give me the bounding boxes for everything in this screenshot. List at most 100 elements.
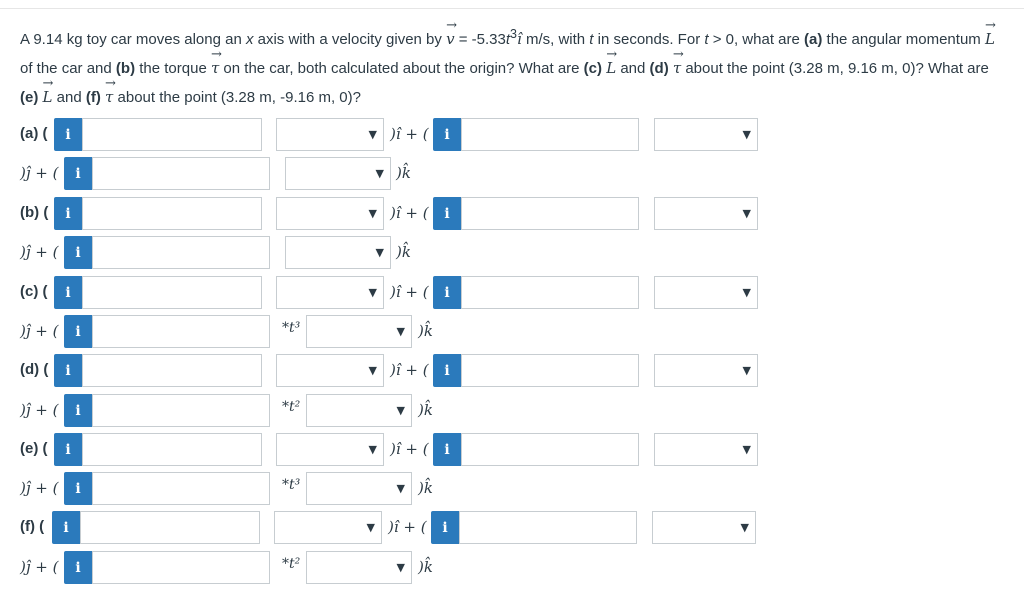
d-z-coeff-input[interactable] [92,394,270,427]
f-x-coeff-input[interactable] [80,511,260,544]
chevron-down-icon: ▼ [396,404,405,417]
part-e-label: (e) ( [20,440,48,457]
d-y-coeff-input[interactable] [461,354,639,387]
a-z-coeff-input[interactable] [92,157,270,190]
info-icon[interactable]: i [64,551,92,584]
e-x-units-select[interactable]: ▼ [276,433,384,466]
unit-j-label: )ĵ + ( [20,164,59,182]
info-icon[interactable]: i [54,276,82,309]
info-icon[interactable]: i [64,157,92,190]
d-x-coeff-input[interactable] [82,354,262,387]
b-y-units-select[interactable]: ▼ [654,197,758,230]
info-icon[interactable]: i [64,236,92,269]
t-power-label: *t³ [282,320,301,336]
chevron-down-icon: ▼ [375,167,384,180]
chevron-down-icon: ▼ [368,443,377,456]
info-icon[interactable]: i [433,276,461,309]
info-icon[interactable]: i [433,354,461,387]
info-icon[interactable]: i [64,472,92,505]
unit-j-label: )ĵ + ( [20,479,59,497]
chevron-down-icon: ▼ [368,364,377,377]
chevron-down-icon: ▼ [368,128,377,141]
part-c-label: (c) ( [20,283,48,300]
chevron-down-icon: ▼ [742,443,751,456]
b-x-units-select[interactable]: ▼ [276,197,384,230]
top-divider [0,8,1024,9]
chevron-down-icon: ▼ [740,521,749,534]
t-power-label: *t² [282,556,301,572]
unit-k-label: )k̂ [396,164,411,182]
unit-k-label: )k̂ [418,401,433,419]
b-z-coeff-input[interactable] [92,236,270,269]
a-y-units-select[interactable]: ▼ [654,118,758,151]
part-a-label: (a) ( [20,125,48,142]
a-z-units-select[interactable]: ▼ [285,157,391,190]
e-y-units-select[interactable]: ▼ [654,433,758,466]
b-z-units-select[interactable]: ▼ [285,236,391,269]
unit-k-label: )k̂ [418,479,433,497]
e-y-coeff-input[interactable] [461,433,639,466]
part-d-label: (d) ( [20,361,49,378]
chevron-down-icon: ▼ [368,207,377,220]
info-icon[interactable]: i [433,197,461,230]
chevron-down-icon: ▼ [396,482,405,495]
f-x-units-select[interactable]: ▼ [274,511,382,544]
f-z-units-select[interactable]: ▼ [306,551,412,584]
c-x-coeff-input[interactable] [82,276,262,309]
info-icon[interactable]: i [52,511,80,544]
c-x-units-select[interactable]: ▼ [276,276,384,309]
unit-i-label: )î + ( [390,204,429,222]
unit-j-label: )ĵ + ( [20,243,59,261]
info-icon[interactable]: i [54,354,82,387]
unit-i-label: )î + ( [388,518,427,536]
info-icon[interactable]: i [54,118,82,151]
t-power-label: *t³ [282,477,301,493]
e-z-coeff-input[interactable] [92,472,270,505]
question-text: A 9.14 kg toy car moves along an x axis … [20,11,1010,112]
unit-k-label: )k̂ [396,243,411,261]
part-b-label: (b) ( [20,204,49,221]
a-x-coeff-input[interactable] [82,118,262,151]
c-z-coeff-input[interactable] [92,315,270,348]
b-x-coeff-input[interactable] [82,197,262,230]
unit-i-label: )î + ( [390,283,429,301]
chevron-down-icon: ▼ [742,128,751,141]
b-y-coeff-input[interactable] [461,197,639,230]
chevron-down-icon: ▼ [742,364,751,377]
chevron-down-icon: ▼ [742,207,751,220]
info-icon[interactable]: i [64,315,92,348]
d-x-units-select[interactable]: ▼ [276,354,384,387]
chevron-down-icon: ▼ [368,286,377,299]
unit-j-label: )ĵ + ( [20,401,59,419]
chevron-down-icon: ▼ [396,561,405,574]
d-y-units-select[interactable]: ▼ [654,354,758,387]
d-z-units-select[interactable]: ▼ [306,394,412,427]
e-x-coeff-input[interactable] [82,433,262,466]
chevron-down-icon: ▼ [375,246,384,259]
unit-i-label: )î + ( [390,440,429,458]
t-power-label: *t² [282,399,301,415]
e-z-units-select[interactable]: ▼ [306,472,412,505]
f-z-coeff-input[interactable] [92,551,270,584]
unit-j-label: )ĵ + ( [20,558,59,576]
chevron-down-icon: ▼ [396,325,405,338]
unit-i-label: )î + ( [390,361,429,379]
info-icon[interactable]: i [64,394,92,427]
info-icon[interactable]: i [54,197,82,230]
c-y-units-select[interactable]: ▼ [654,276,758,309]
c-z-units-select[interactable]: ▼ [306,315,412,348]
f-y-coeff-input[interactable] [459,511,637,544]
info-icon[interactable]: i [54,433,82,466]
f-y-units-select[interactable]: ▼ [652,511,756,544]
a-y-coeff-input[interactable] [461,118,639,151]
info-icon[interactable]: i [433,118,461,151]
chevron-down-icon: ▼ [742,286,751,299]
unit-i-label: )î + ( [390,125,429,143]
info-icon[interactable]: i [433,433,461,466]
unit-k-label: )k̂ [418,558,433,576]
unit-k-label: )k̂ [418,322,433,340]
c-y-coeff-input[interactable] [461,276,639,309]
chevron-down-icon: ▼ [366,521,375,534]
a-x-units-select[interactable]: ▼ [276,118,384,151]
info-icon[interactable]: i [431,511,459,544]
